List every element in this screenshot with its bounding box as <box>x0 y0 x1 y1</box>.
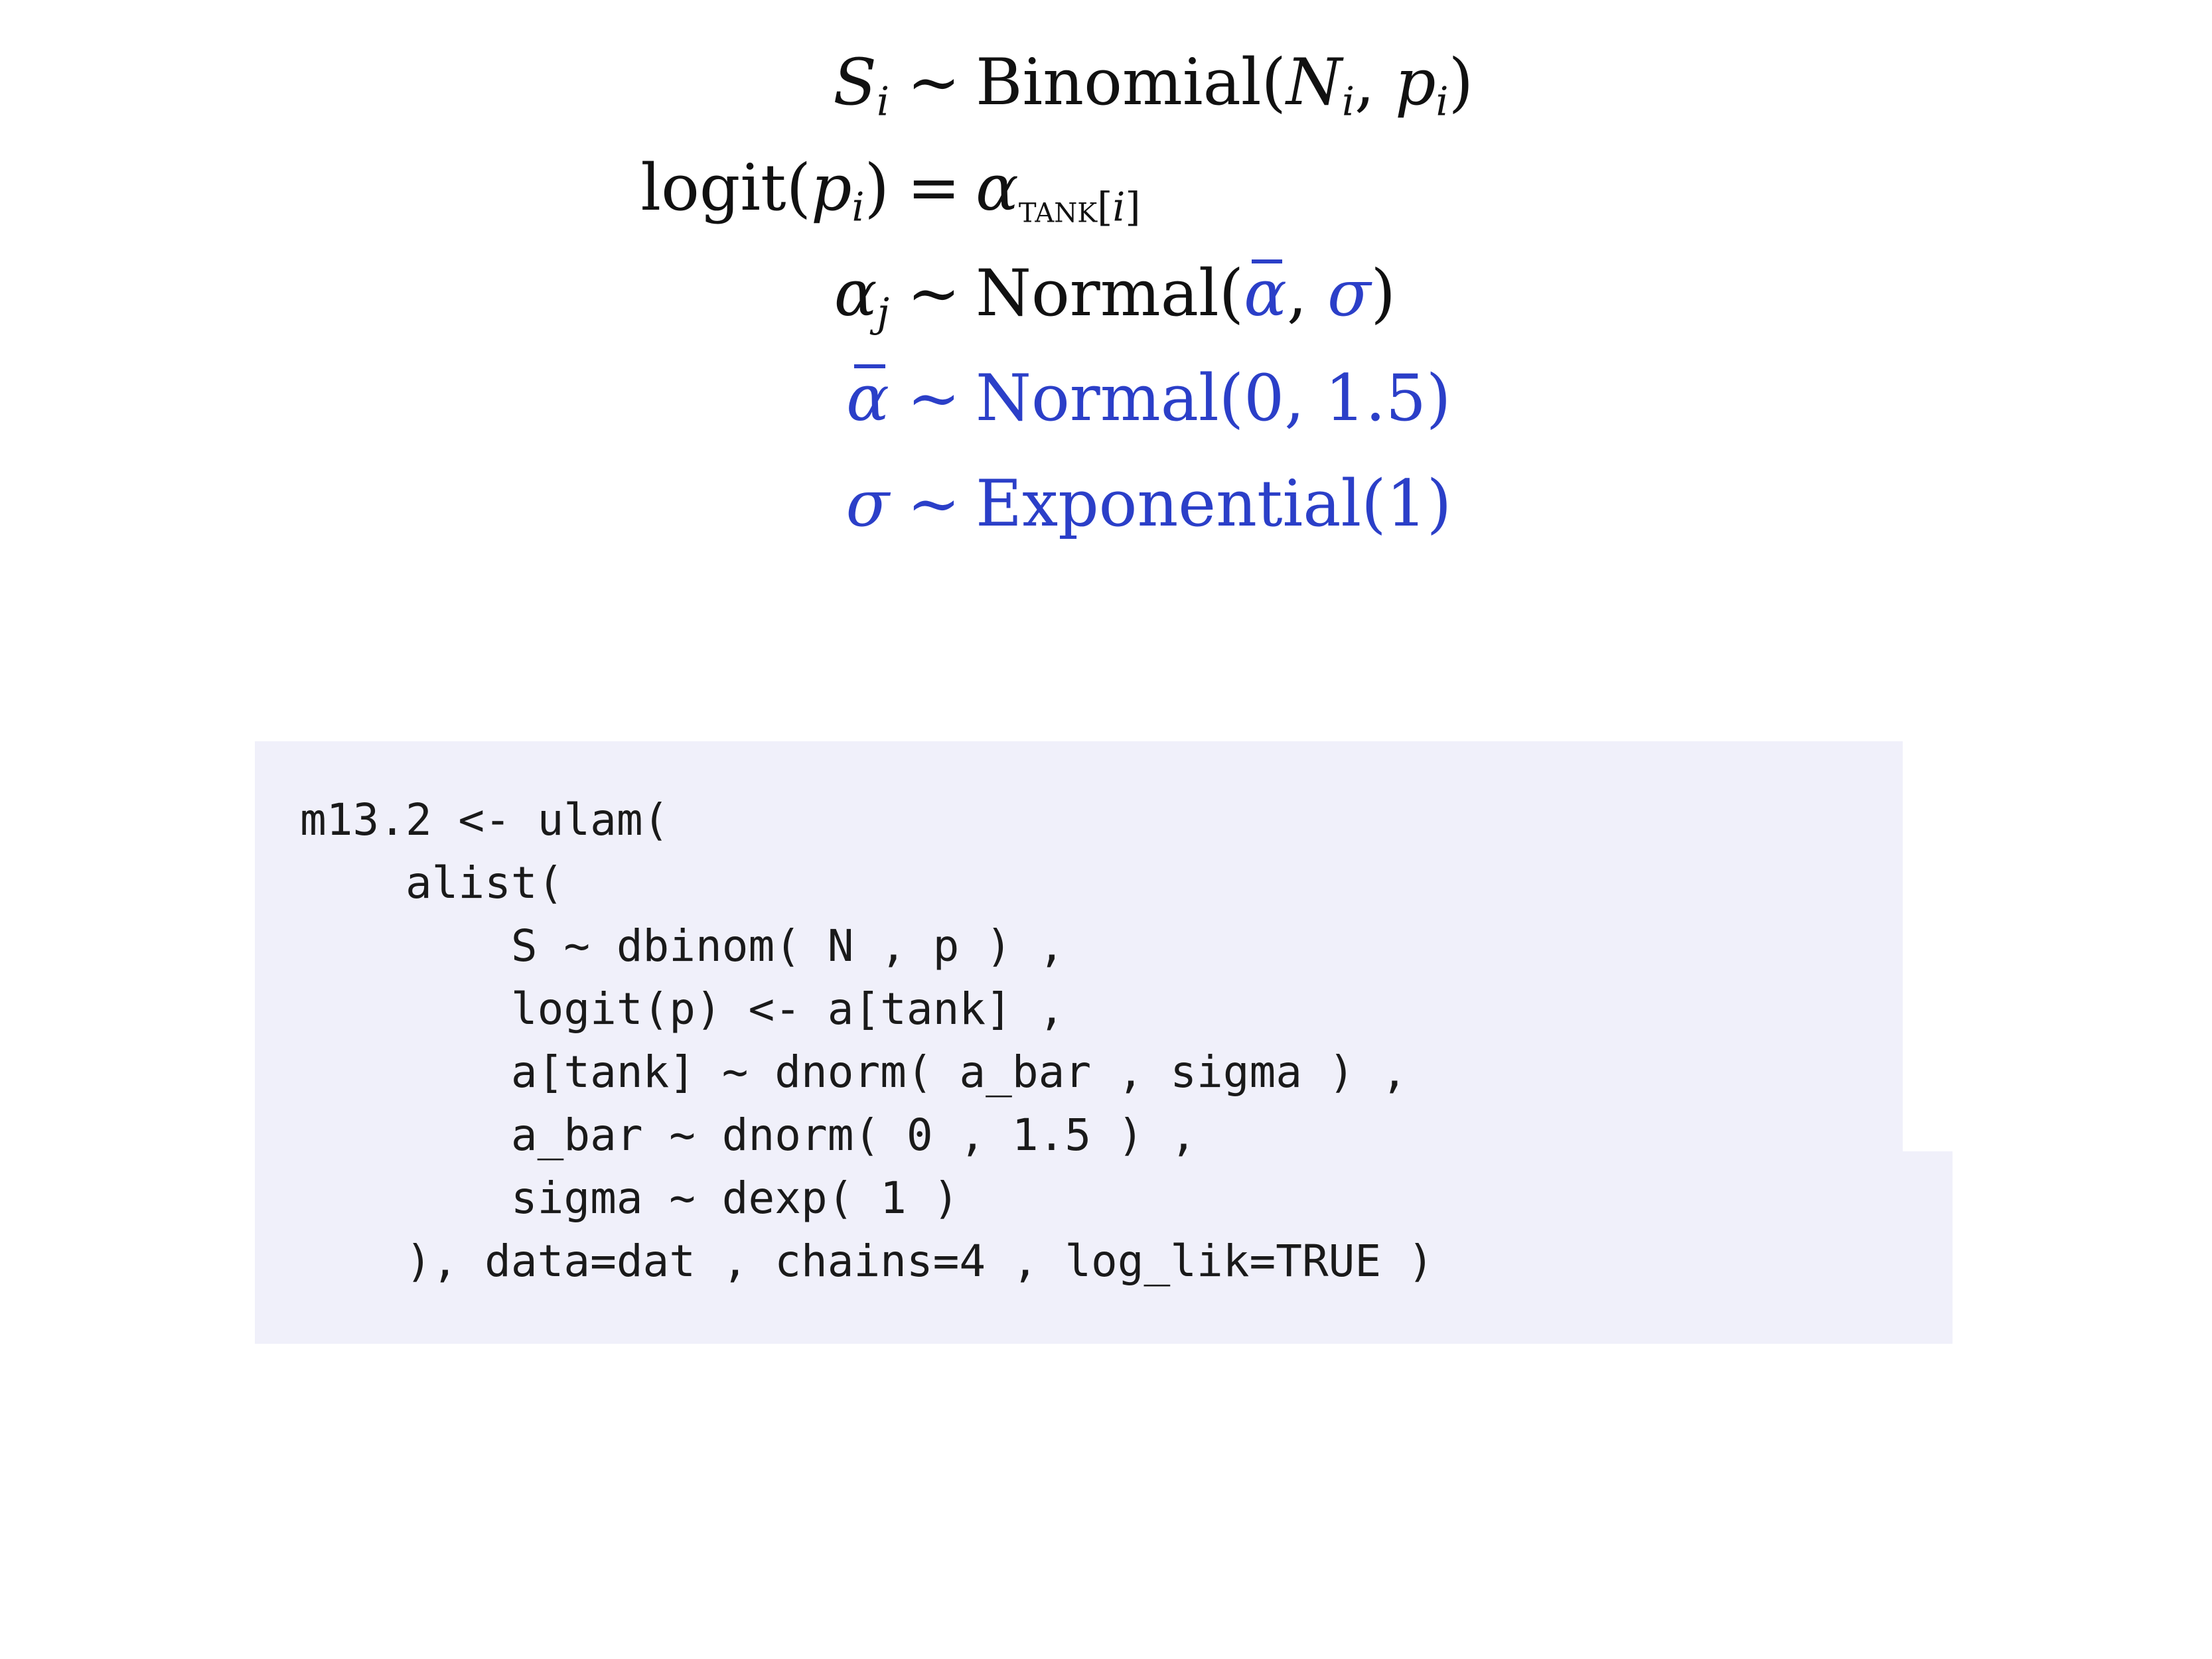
equation-operator: = <box>907 151 961 225</box>
equation-token: Binomial( <box>976 45 1286 119</box>
code-line: a[tank] ~ dnorm( a_bar , sigma ) , <box>300 1046 1408 1098</box>
equation-token: ) <box>1370 256 1396 330</box>
equation-token: i <box>1436 79 1449 125</box>
equation-rhs: Normal(α, σ) <box>976 247 1396 340</box>
equation-token: p <box>811 151 852 225</box>
equation-token: i <box>876 79 889 125</box>
equation-token: N <box>1286 45 1342 119</box>
equation-token: α <box>846 352 889 445</box>
equation-lhs: logit(pi) <box>640 141 889 255</box>
equation-operator: ∼ <box>907 467 961 541</box>
equation-row: σ ∼ Exponential(1) <box>0 457 2212 550</box>
equation-row: logit(pi) = αtank[i] <box>0 141 2212 234</box>
equation-lhs: Si <box>833 36 889 149</box>
code-line: S ~ dbinom( N , p ) , <box>300 920 1065 972</box>
equation-token: i <box>851 184 865 231</box>
equation-token: Exponential(1) <box>976 467 1452 541</box>
equation-token: Normal(0, 1.5) <box>976 361 1451 435</box>
equation-rhs: Binomial(Ni, pi) <box>976 36 1473 149</box>
equation-lhs: α <box>846 352 889 445</box>
equation-token: , <box>1286 256 1327 330</box>
equation-token: Normal( <box>976 256 1244 330</box>
equation-token: , <box>1355 45 1396 119</box>
code-line: ), data=dat , chains=4 , log_lik=TRUE ) <box>300 1236 1434 1287</box>
code-line: alist( <box>300 857 564 908</box>
code-block-background-extension <box>1903 1151 1953 1344</box>
equation-token: ) <box>864 151 889 225</box>
code-block: m13.2 <- ulam( alist( S ~ dbinom( N , p … <box>300 788 1434 1293</box>
equation-lhs: σ <box>846 457 889 550</box>
equation-lhs: αj <box>834 247 889 360</box>
equation-token: σ <box>1327 256 1371 330</box>
equation-rhs: Exponential(1) <box>976 457 1451 550</box>
equation-token: α <box>976 151 1019 225</box>
equation-token: S <box>833 45 877 119</box>
equation-token: ] <box>1125 184 1141 231</box>
code-line: sigma ~ dexp( 1 ) <box>300 1173 960 1224</box>
equation-token: σ <box>846 467 889 541</box>
equation-token: p <box>1395 45 1436 119</box>
equation-token: i <box>1342 79 1355 125</box>
equation-token: logit( <box>640 151 812 225</box>
code-line: m13.2 <- ulam( <box>300 794 670 845</box>
equation-token: α <box>1244 247 1287 340</box>
equation-operator: ∼ <box>907 256 961 330</box>
equation-row: Si ∼ Binomial(Ni, pi) <box>0 36 2212 129</box>
equation-token: [ <box>1097 184 1113 231</box>
equation-token: tank <box>1018 186 1098 232</box>
equation-token: i <box>1112 184 1126 231</box>
equation-rhs: Normal(0, 1.5) <box>976 352 1451 445</box>
code-line: a_bar ~ dnorm( 0 , 1.5 ) , <box>300 1110 1197 1161</box>
equation-token: α <box>834 256 877 330</box>
equation-token: ) <box>1448 45 1474 119</box>
equation-row: αj ∼ Normal(α, σ) <box>0 247 2212 340</box>
equation-operator: ∼ <box>907 45 961 119</box>
model-equations: Si ∼ Binomial(Ni, pi) logit(pi) = αtank[i] αj ∼… <box>0 0 2212 664</box>
equation-token: j <box>877 290 889 336</box>
code-line: logit(p) <- a[tank] , <box>300 983 1065 1035</box>
equation-row: α ∼ Normal(0, 1.5) <box>0 352 2212 445</box>
equation-operator: ∼ <box>907 361 961 435</box>
equation-rhs: αtank[i] <box>976 141 1141 255</box>
